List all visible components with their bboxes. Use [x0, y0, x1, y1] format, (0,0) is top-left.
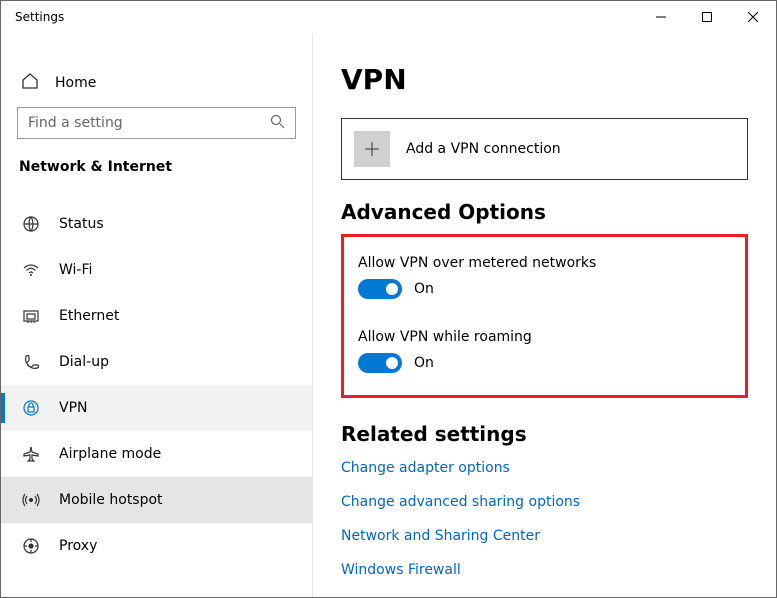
sidebar-item-label: Dial-up	[59, 354, 109, 370]
airplane-icon	[21, 445, 41, 463]
option-label: Allow VPN over metered networks	[358, 255, 731, 271]
minimize-icon	[656, 12, 666, 22]
sidebar-item-label: Wi-Fi	[59, 262, 92, 278]
sidebar-item-label: Airplane mode	[59, 446, 161, 462]
search-box[interactable]	[17, 107, 296, 139]
status-icon	[21, 215, 41, 233]
add-vpn-label: Add a VPN connection	[406, 141, 561, 157]
link-adapter-options[interactable]: Change adapter options	[341, 460, 748, 476]
search-icon	[270, 114, 285, 133]
related-settings: Related settings Change adapter options …	[341, 422, 748, 578]
ethernet-icon	[21, 307, 41, 325]
link-network-center[interactable]: Network and Sharing Center	[341, 528, 748, 544]
nav-list: Status Wi-Fi Ethernet Dial-up	[1, 201, 312, 569]
toggle-roaming[interactable]	[358, 353, 402, 373]
sidebar-item-dialup[interactable]: Dial-up	[1, 339, 312, 385]
highlight-box: Allow VPN over metered networks On Allow…	[341, 234, 748, 398]
sidebar-item-label: VPN	[59, 400, 88, 416]
sidebar-item-ethernet[interactable]: Ethernet	[1, 293, 312, 339]
sidebar-item-vpn[interactable]: VPN	[1, 385, 312, 431]
sidebar-item-wifi[interactable]: Wi-Fi	[1, 247, 312, 293]
sidebar-item-label: Proxy	[59, 538, 97, 554]
minimize-button[interactable]	[638, 1, 684, 33]
proxy-icon	[21, 537, 41, 555]
sidebar-item-label: Mobile hotspot	[59, 492, 163, 508]
titlebar: Settings	[1, 1, 776, 33]
home-label: Home	[55, 75, 96, 91]
hotspot-icon	[21, 491, 41, 509]
close-icon	[748, 12, 758, 22]
sidebar: Home Network & Internet Status	[1, 33, 313, 597]
toggle-metered[interactable]	[358, 279, 402, 299]
maximize-button[interactable]	[684, 1, 730, 33]
home-nav[interactable]: Home	[1, 63, 312, 103]
maximize-icon	[702, 12, 712, 22]
link-sharing-options[interactable]: Change advanced sharing options	[341, 494, 748, 510]
close-button[interactable]	[730, 1, 776, 33]
wifi-icon	[21, 261, 41, 279]
related-title: Related settings	[341, 422, 748, 446]
option-metered: Allow VPN over metered networks On	[358, 255, 731, 299]
sidebar-item-hotspot[interactable]: Mobile hotspot	[1, 477, 312, 523]
advanced-options-title: Advanced Options	[341, 200, 748, 224]
page-title: VPN	[341, 63, 748, 96]
toggle-state: On	[414, 355, 434, 371]
category-header: Network & Internet	[1, 139, 312, 185]
sidebar-item-label: Ethernet	[59, 308, 119, 324]
add-vpn-button[interactable]: Add a VPN connection	[341, 118, 748, 180]
vpn-icon	[21, 399, 41, 417]
window-title: Settings	[15, 10, 638, 24]
toggle-state: On	[414, 281, 434, 297]
sidebar-item-label: Status	[59, 216, 104, 232]
search-input[interactable]	[28, 115, 270, 131]
sidebar-item-airplane[interactable]: Airplane mode	[1, 431, 312, 477]
home-icon	[21, 72, 39, 94]
plus-icon	[354, 131, 390, 167]
link-windows-firewall[interactable]: Windows Firewall	[341, 562, 748, 578]
dialup-icon	[21, 353, 41, 371]
option-label: Allow VPN while roaming	[358, 329, 731, 345]
sidebar-item-status[interactable]: Status	[1, 201, 312, 247]
window-controls	[638, 1, 776, 33]
main-pane: VPN Add a VPN connection Advanced Option…	[313, 33, 776, 597]
option-roaming: Allow VPN while roaming On	[358, 329, 731, 373]
sidebar-item-proxy[interactable]: Proxy	[1, 523, 312, 569]
